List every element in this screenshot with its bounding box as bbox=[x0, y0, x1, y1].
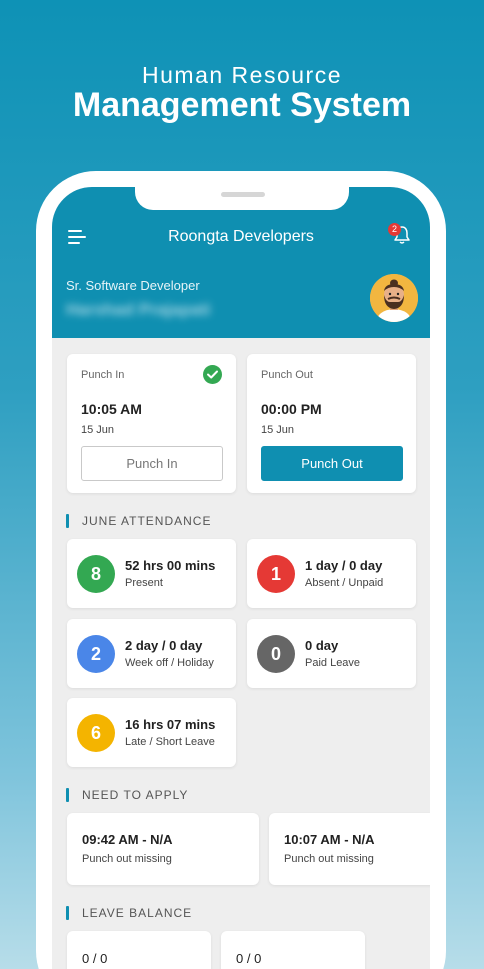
need-to-apply-item[interactable]: 10:07 AM - N/A Punch out missing bbox=[269, 813, 430, 885]
notification-button[interactable]: 2 bbox=[388, 223, 418, 253]
paid-leave-value: 0 day bbox=[305, 638, 339, 653]
leave-balance-value: 0 / 0 bbox=[82, 951, 108, 966]
avatar[interactable] bbox=[370, 274, 418, 322]
absent-count: 1 bbox=[257, 555, 295, 593]
late-value: 16 hrs 07 mins bbox=[125, 717, 216, 732]
avatar-illustration bbox=[370, 274, 418, 322]
hero-title: Management System bbox=[72, 86, 412, 124]
attendance-section-title: JUNE ATTENDANCE bbox=[66, 514, 211, 528]
apply-status: Punch out missing bbox=[284, 853, 374, 865]
punch-in-label: Punch In bbox=[81, 369, 125, 381]
app-title: Roongta Developers bbox=[168, 228, 314, 245]
punch-in-card: Punch In 10:05 AM 15 Jun Punch In bbox=[67, 354, 236, 493]
weekoff-value: 2 day / 0 day bbox=[125, 638, 203, 653]
paid-leave-label: Paid Leave bbox=[305, 657, 361, 669]
need-to-apply-section-title: NEED TO APPLY bbox=[66, 788, 188, 802]
notification-badge: 2 bbox=[388, 223, 401, 236]
apply-time: 09:42 AM - N/A bbox=[82, 832, 173, 847]
need-to-apply-item[interactable]: 09:42 AM - N/A Punch out missing bbox=[67, 813, 259, 885]
leave-balance-item[interactable]: 0 / 0 bbox=[221, 931, 365, 969]
punch-out-label: Punch Out bbox=[261, 369, 313, 381]
speaker-bar bbox=[221, 192, 265, 197]
punch-out-date: 15 Jun bbox=[261, 424, 295, 436]
punch-out-card: Punch Out 00:00 PM 15 Jun Punch Out bbox=[247, 354, 416, 493]
punch-in-button[interactable]: Punch In bbox=[81, 446, 223, 481]
present-value: 52 hrs 00 mins bbox=[125, 558, 216, 573]
user-name: Harshad Prajapati bbox=[66, 300, 211, 319]
job-title: Sr. Software Developer bbox=[66, 278, 200, 293]
check-icon bbox=[203, 365, 222, 384]
present-label: Present bbox=[125, 577, 163, 589]
absent-value: 1 day / 0 day bbox=[305, 558, 383, 573]
late-label: Late / Short Leave bbox=[125, 736, 215, 748]
leave-balance-value: 0 / 0 bbox=[236, 951, 262, 966]
weekoff-count: 2 bbox=[77, 635, 115, 673]
punch-in-time: 10:05 AM bbox=[81, 401, 142, 417]
punch-out-time: 00:00 PM bbox=[261, 401, 322, 417]
late-count: 6 bbox=[77, 714, 115, 752]
apply-status: Punch out missing bbox=[82, 853, 172, 865]
app-screen: Roongta Developers 2 Sr. Software Develo… bbox=[52, 187, 430, 969]
attendance-weekoff-card[interactable]: 2 2 day / 0 day Week off / Holiday bbox=[67, 619, 236, 688]
punch-in-date: 15 Jun bbox=[81, 424, 115, 436]
paid-leave-count: 0 bbox=[257, 635, 295, 673]
attendance-absent-card[interactable]: 1 1 day / 0 day Absent / Unpaid bbox=[247, 539, 416, 608]
phone-frame: Roongta Developers 2 Sr. Software Develo… bbox=[36, 171, 446, 969]
punch-out-button[interactable]: Punch Out bbox=[261, 446, 403, 481]
leave-balance-item[interactable]: 0 / 0 bbox=[67, 931, 211, 969]
apply-time: 10:07 AM - N/A bbox=[284, 832, 375, 847]
present-count: 8 bbox=[77, 555, 115, 593]
attendance-late-card[interactable]: 6 16 hrs 07 mins Late / Short Leave bbox=[67, 698, 236, 767]
phone-notch bbox=[135, 187, 349, 210]
weekoff-label: Week off / Holiday bbox=[125, 657, 214, 669]
attendance-paid-leave-card[interactable]: 0 0 day Paid Leave bbox=[247, 619, 416, 688]
leave-balance-section-title: LEAVE BALANCE bbox=[66, 906, 192, 920]
hero-subtitle: Human Resource bbox=[142, 62, 342, 88]
absent-label: Absent / Unpaid bbox=[305, 577, 384, 589]
attendance-present-card[interactable]: 8 52 hrs 00 mins Present bbox=[67, 539, 236, 608]
